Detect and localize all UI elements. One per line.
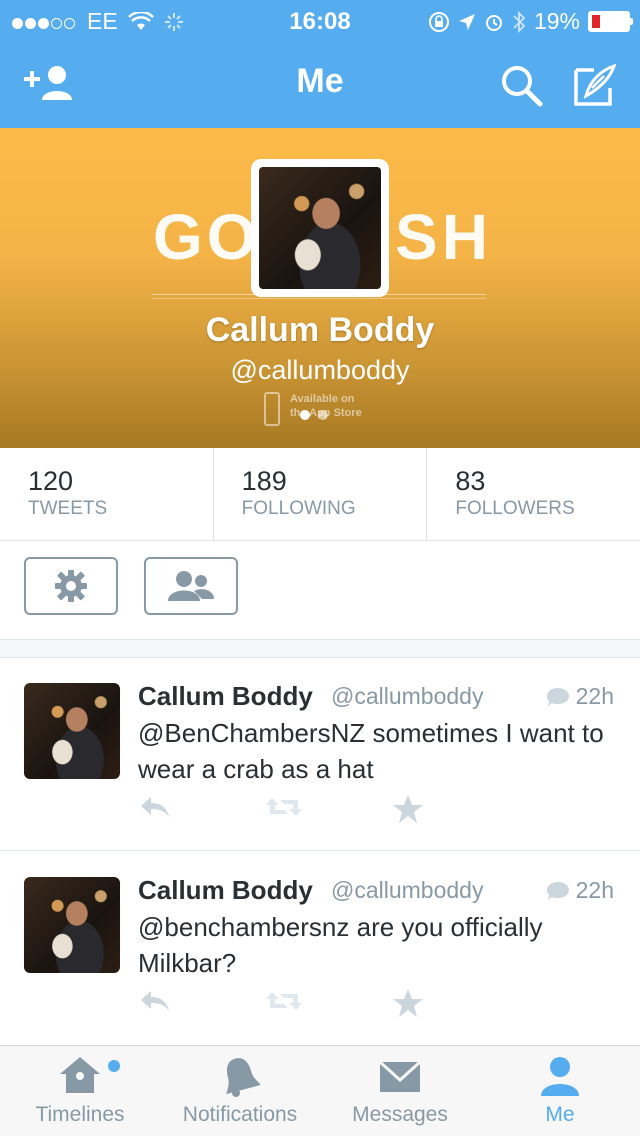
alarm-icon bbox=[485, 14, 502, 31]
tab-notifications[interactable]: Notifications bbox=[160, 1046, 320, 1136]
person-icon bbox=[541, 1057, 579, 1096]
tweet-timestamp: 22h bbox=[546, 877, 614, 904]
location-icon bbox=[458, 13, 475, 30]
reply-icon[interactable] bbox=[139, 988, 171, 1014]
tab-messages[interactable]: Messages bbox=[320, 1046, 480, 1136]
tweet-author-name: Callum Boddy bbox=[138, 681, 313, 711]
tweet-text: @BenChambersNZ sometimes I want to wear … bbox=[138, 718, 604, 784]
tab-label: Notifications bbox=[182, 1103, 298, 1126]
lists-button[interactable] bbox=[144, 557, 238, 615]
compose-icon[interactable] bbox=[572, 62, 618, 113]
reply-bubble-icon bbox=[546, 687, 569, 706]
retweet-icon[interactable] bbox=[264, 794, 304, 820]
tweet-timestamp: 22h bbox=[546, 683, 614, 710]
reply-bubble-icon bbox=[546, 881, 569, 900]
profile-actions bbox=[0, 541, 640, 639]
banner-text-left: GO bbox=[153, 201, 261, 273]
tweet-avatar[interactable] bbox=[24, 877, 120, 973]
phone-icon bbox=[264, 392, 280, 426]
tweet-text: @benchambersnz are you officially Milkba… bbox=[138, 912, 543, 978]
tab-label: Me bbox=[545, 1103, 575, 1126]
battery-icon bbox=[588, 11, 633, 32]
profile-header: GO SH Callum Boddy @callumboddy Availabl… bbox=[0, 128, 640, 448]
search-icon[interactable] bbox=[500, 64, 544, 113]
tweet-avatar[interactable] bbox=[24, 683, 120, 779]
stat-label: FOLLOWERS bbox=[455, 498, 575, 519]
bell-icon bbox=[226, 1058, 260, 1097]
battery-percent: 19% bbox=[533, 8, 580, 34]
stat-count: 189 bbox=[241, 466, 287, 496]
status-bar: EE 16:08 19% bbox=[0, 0, 640, 40]
header-page-indicator[interactable] bbox=[300, 410, 328, 420]
stat-count: 83 bbox=[455, 466, 486, 496]
people-icon bbox=[168, 571, 214, 601]
profile-name: Callum Boddy bbox=[205, 311, 435, 349]
avatar-photo bbox=[259, 167, 381, 289]
tab-timelines[interactable]: Timelines bbox=[0, 1046, 160, 1136]
stat-count: 120 bbox=[28, 466, 74, 496]
favorite-icon[interactable] bbox=[392, 794, 424, 824]
stat-following[interactable]: 189 FOLLOWING bbox=[214, 448, 428, 540]
gear-icon bbox=[55, 570, 87, 602]
profile-handle: @callumboddy bbox=[230, 355, 410, 385]
tweet-author-handle: @callumboddy bbox=[331, 877, 484, 903]
banner-text-right: SH bbox=[395, 201, 492, 273]
tab-bar: Timelines Notifications Messages Me bbox=[0, 1045, 640, 1136]
stat-label: FOLLOWING bbox=[241, 498, 356, 519]
envelope-icon bbox=[378, 1060, 422, 1092]
nav-bar: Me bbox=[0, 40, 640, 128]
profile-avatar[interactable] bbox=[251, 159, 389, 297]
tweet-item[interactable]: Callum Boddy @callumboddy 22h @BenChambe… bbox=[0, 657, 640, 851]
orientation-lock-icon bbox=[428, 11, 449, 32]
tweet-item[interactable]: Callum Boddy @callumboddy 22h @benchambe… bbox=[0, 851, 640, 1046]
stat-followers[interactable]: 83 FOLLOWERS bbox=[427, 448, 640, 540]
home-icon bbox=[60, 1057, 100, 1093]
banner-divider bbox=[152, 298, 486, 299]
stat-tweets[interactable]: 120 TWEETS bbox=[0, 448, 214, 540]
settings-button[interactable] bbox=[24, 557, 118, 615]
status-right: 19% bbox=[428, 8, 633, 35]
tab-me[interactable]: Me bbox=[480, 1046, 640, 1136]
profile-stats: 120 TWEETS 189 FOLLOWING 83 FOLLOWERS bbox=[0, 448, 640, 541]
tweet-author-name: Callum Boddy bbox=[138, 875, 313, 905]
reply-icon[interactable] bbox=[139, 794, 171, 820]
page-title: Me bbox=[296, 62, 344, 100]
tweet-author-handle: @callumboddy bbox=[331, 683, 484, 709]
bluetooth-icon bbox=[513, 10, 526, 33]
retweet-icon[interactable] bbox=[264, 988, 304, 1014]
tab-label: Timelines bbox=[35, 1103, 125, 1126]
tab-label: Messages bbox=[352, 1103, 448, 1126]
section-divider bbox=[0, 639, 640, 658]
stat-label: TWEETS bbox=[28, 498, 108, 519]
unread-indicator bbox=[108, 1060, 120, 1072]
favorite-icon[interactable] bbox=[392, 988, 424, 1018]
